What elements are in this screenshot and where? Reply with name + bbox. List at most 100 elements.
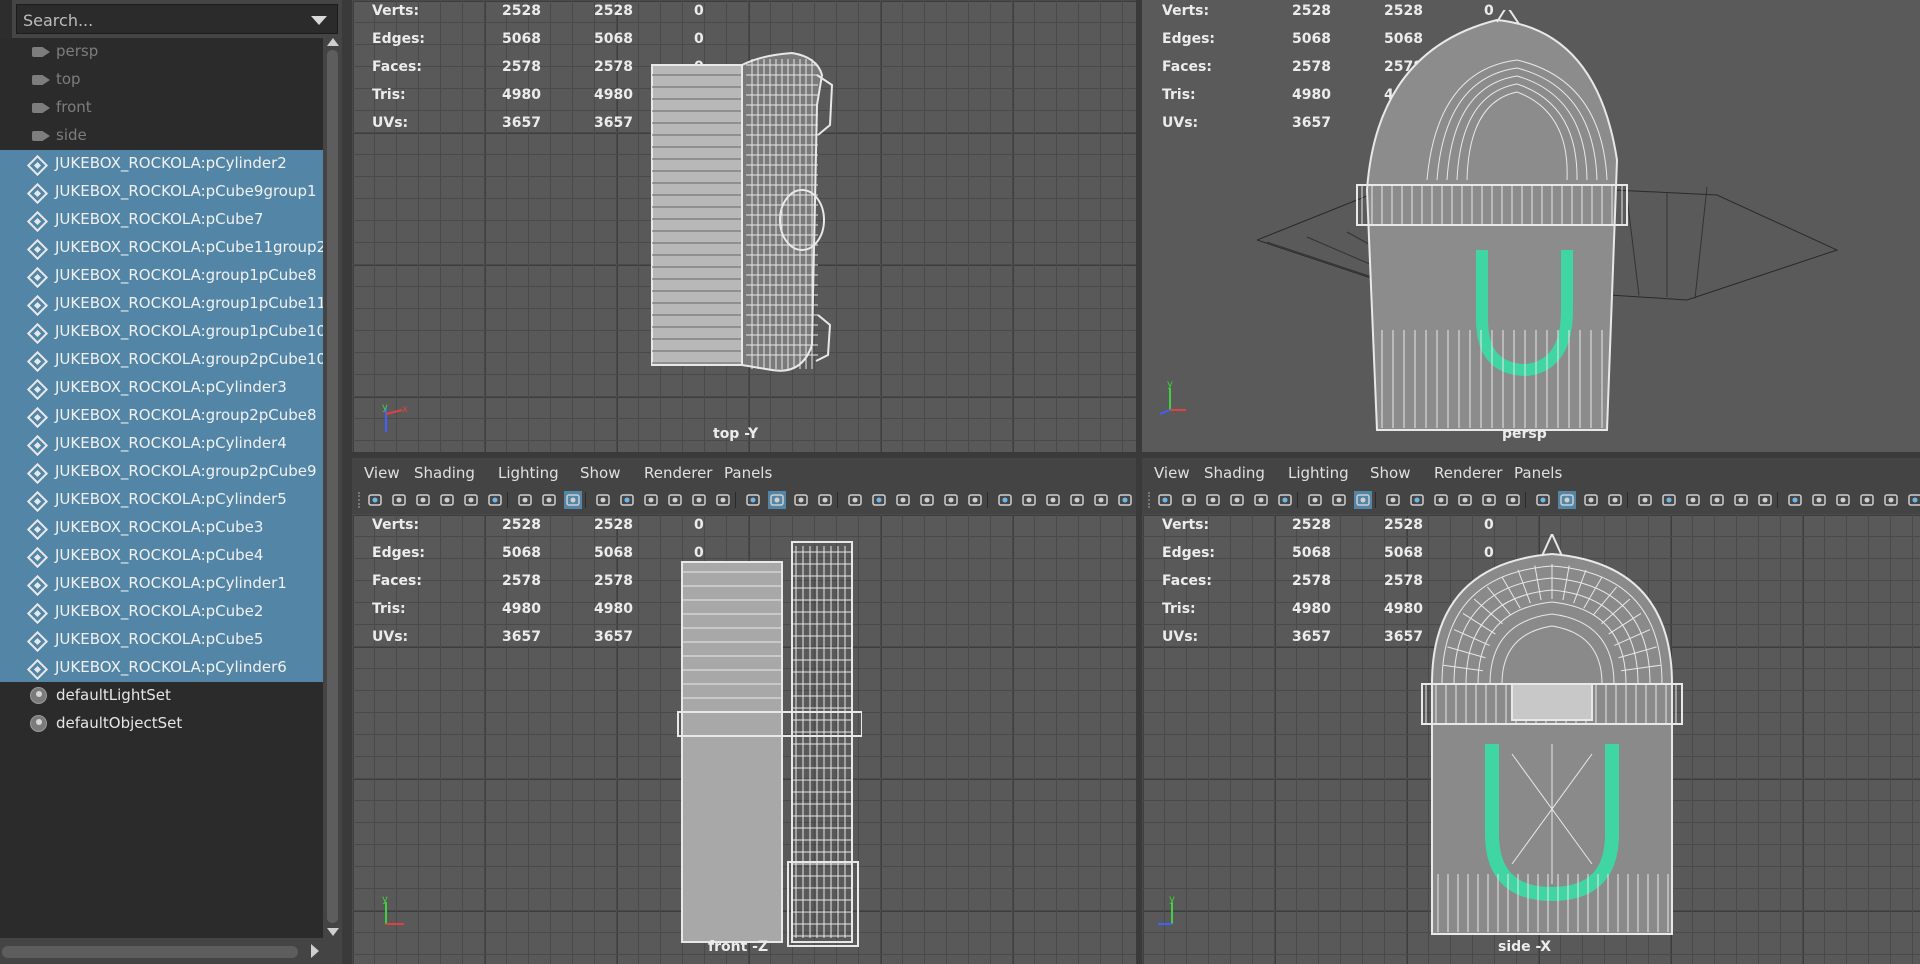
outliner-item-group[interactable]: JUKEBOX_ROCKOLA:pCube9group1 xyxy=(0,178,323,206)
camera-2d-icon[interactable] xyxy=(438,491,456,509)
grid-icon[interactable] xyxy=(564,491,582,509)
film-gate-icon[interactable] xyxy=(1384,491,1402,509)
field-chart-icon[interactable] xyxy=(666,491,684,509)
pan-icon[interactable] xyxy=(516,491,534,509)
outliner-item-group[interactable]: JUKEBOX_ROCKOLA:pCylinder3 xyxy=(0,374,323,402)
film-gate-icon[interactable] xyxy=(594,491,612,509)
outliner-item-group[interactable]: JUKEBOX_ROCKOLA:pCylinder5 xyxy=(0,486,323,514)
toolbar-grip[interactable] xyxy=(1148,492,1153,508)
safe-title-icon[interactable] xyxy=(1504,491,1522,509)
gate-mask-icon[interactable] xyxy=(1432,491,1450,509)
camera-attr-icon[interactable] xyxy=(390,491,408,509)
bookmark-icon[interactable] xyxy=(462,491,480,509)
panel-menu-view[interactable]: View xyxy=(364,464,400,482)
wireframe-icon[interactable] xyxy=(744,491,762,509)
wireframe-icon[interactable] xyxy=(1534,491,1552,509)
smooth-shade-icon[interactable] xyxy=(768,491,786,509)
antialias-icon[interactable] xyxy=(1732,491,1750,509)
default-material-icon[interactable] xyxy=(792,491,810,509)
outliner-item-group[interactable]: JUKEBOX_ROCKOLA:pCube4 xyxy=(0,542,323,570)
outliner-item-group[interactable]: JUKEBOX_ROCKOLA:pCylinder1 xyxy=(0,570,323,598)
outliner-item-group[interactable]: JUKEBOX_ROCKOLA:pCube5 xyxy=(0,626,323,654)
hud-icon[interactable] xyxy=(1882,491,1900,509)
camera-icon[interactable] xyxy=(366,491,384,509)
outliner-horizontal-scrollbar[interactable] xyxy=(0,938,342,964)
camera-bookmark-icon[interactable] xyxy=(414,491,432,509)
smooth-shade-icon[interactable] xyxy=(1558,491,1576,509)
panel-menu-renderer[interactable]: Renderer xyxy=(644,464,712,482)
grid-icon[interactable] xyxy=(1354,491,1372,509)
outliner-item-group[interactable]: JUKEBOX_ROCKOLA:group2pCube9 xyxy=(0,458,323,486)
outliner-collapse-strip[interactable] xyxy=(0,0,12,38)
outliner-item-group[interactable]: JUKEBOX_ROCKOLA:group1pCube10 xyxy=(0,318,326,346)
scroll-up-arrow-icon[interactable] xyxy=(327,38,339,46)
viewport-persp[interactable]: Verts:252825280Edges:506850680Faces:2578… xyxy=(1142,0,1920,452)
bookmark-icon[interactable] xyxy=(1252,491,1270,509)
viewport-side[interactable]: Verts: 2528 2528 0 Edges: 5068 5068 0 Faces: 2578… xyxy=(1142,514,1920,964)
outliner-item-group[interactable]: JUKEBOX_ROCKOLA:pCube3 xyxy=(0,514,323,542)
outliner-item-group[interactable]: JUKEBOX_ROCKOLA:pCylinder2 xyxy=(0,150,323,178)
viewport-front[interactable]: Verts: 2528 2528 0 Edges: 5068 5068 0 Faces: 2578… xyxy=(352,514,1136,964)
motion-blur-icon[interactable] xyxy=(1708,491,1726,509)
grease-pencil-icon[interactable] xyxy=(1276,491,1294,509)
search-input[interactable] xyxy=(21,8,305,32)
brush-icon[interactable] xyxy=(1330,491,1348,509)
depth-of-field-icon[interactable] xyxy=(1756,491,1774,509)
outliner-vertical-scrollbar[interactable] xyxy=(323,38,342,938)
grease-pencil-icon[interactable] xyxy=(486,491,504,509)
search-box[interactable] xyxy=(16,4,338,34)
outliner-item-group[interactable]: JUKEBOX_ROCKOLA:pCylinder4 xyxy=(0,430,323,458)
scroll-down-arrow-icon[interactable] xyxy=(327,928,339,936)
outliner-item-group[interactable]: JUKEBOX_ROCKOLA:pCube7 xyxy=(0,206,323,234)
panel-menu-show[interactable]: Show xyxy=(580,464,620,482)
xray-components-icon[interactable] xyxy=(1858,491,1876,509)
outliner-item-group[interactable]: JUKEBOX_ROCKOLA:pCube2 xyxy=(0,598,323,626)
exposure-icon[interactable] xyxy=(1116,491,1134,509)
search-options-dropdown-icon[interactable] xyxy=(311,16,327,25)
scroll-right-arrow-icon[interactable] xyxy=(311,944,319,958)
lights-icon[interactable] xyxy=(1636,491,1654,509)
brush-icon[interactable] xyxy=(540,491,558,509)
isolate-icon[interactable] xyxy=(996,491,1014,509)
panel-menu-lighting[interactable]: Lighting xyxy=(1288,464,1349,482)
panel-menu-shading[interactable]: Shading xyxy=(414,464,475,482)
camera-icon[interactable] xyxy=(1156,491,1174,509)
outliner-item-camera[interactable]: top xyxy=(0,66,323,94)
outliner-item-group[interactable]: JUKEBOX_ROCKOLA:group1pCube11 xyxy=(0,290,326,318)
safe-action-icon[interactable] xyxy=(690,491,708,509)
toolbar-grip[interactable] xyxy=(358,492,363,508)
xray-components-icon[interactable] xyxy=(1068,491,1086,509)
xray-icon[interactable] xyxy=(1020,491,1038,509)
textured-icon[interactable] xyxy=(1606,491,1624,509)
outliner-item-set[interactable]: defaultObjectSet xyxy=(0,710,323,738)
outliner-item-group[interactable]: JUKEBOX_ROCKOLA:group2pCube8 xyxy=(0,402,323,430)
ambient-occlusion-icon[interactable] xyxy=(1684,491,1702,509)
exposure-icon[interactable] xyxy=(1906,491,1920,509)
hud-icon[interactable] xyxy=(1092,491,1110,509)
lights-icon[interactable] xyxy=(846,491,864,509)
gate-mask-icon[interactable] xyxy=(642,491,660,509)
resolution-gate-icon[interactable] xyxy=(618,491,636,509)
outliner-item-group[interactable]: JUKEBOX_ROCKOLA:group1pCube8 xyxy=(0,262,323,290)
panel-menu-panels[interactable]: Panels xyxy=(1514,464,1562,482)
depth-of-field-icon[interactable] xyxy=(966,491,984,509)
isolate-icon[interactable] xyxy=(1786,491,1804,509)
panel-menu-lighting[interactable]: Lighting xyxy=(498,464,559,482)
default-material-icon[interactable] xyxy=(1582,491,1600,509)
panel-menu-show[interactable]: Show xyxy=(1370,464,1410,482)
pan-icon[interactable] xyxy=(1306,491,1324,509)
panel-splitter[interactable] xyxy=(342,0,352,964)
outliner-item-camera[interactable]: front xyxy=(0,94,323,122)
ambient-occlusion-icon[interactable] xyxy=(894,491,912,509)
outliner-item-group[interactable]: JUKEBOX_ROCKOLA:pCylinder6 xyxy=(0,654,323,682)
camera-2d-icon[interactable] xyxy=(1228,491,1246,509)
camera-attr-icon[interactable] xyxy=(1180,491,1198,509)
column-separator[interactable] xyxy=(1136,0,1142,964)
camera-bookmark-icon[interactable] xyxy=(1204,491,1222,509)
safe-title-icon[interactable] xyxy=(714,491,732,509)
xray-joints-icon[interactable] xyxy=(1834,491,1852,509)
outliner-item-camera[interactable]: persp xyxy=(0,38,323,66)
outliner-item-set[interactable]: defaultLightSet xyxy=(0,682,323,710)
panel-menu-shading[interactable]: Shading xyxy=(1204,464,1265,482)
viewport-top[interactable]: Verts: 2528 2528 0 Edges: 5068 5068 0 Faces: 2578… xyxy=(352,0,1136,452)
